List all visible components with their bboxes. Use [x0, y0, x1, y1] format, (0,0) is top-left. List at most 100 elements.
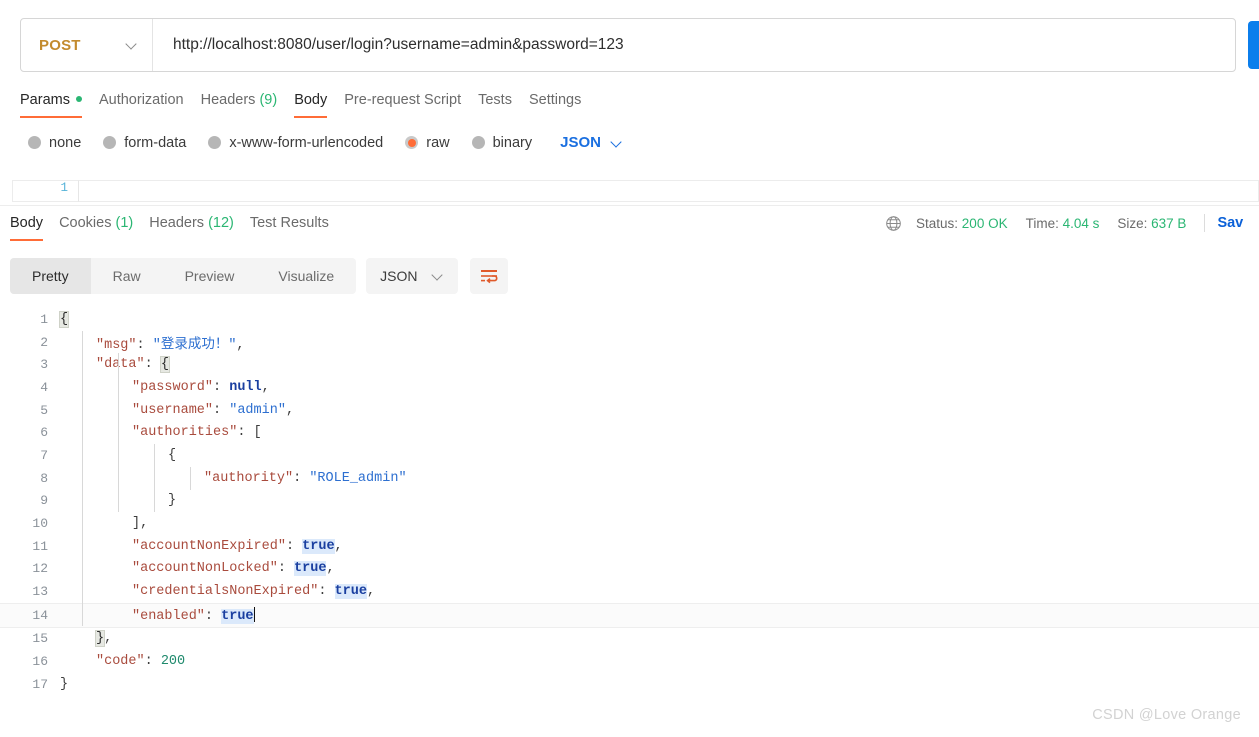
view-mode-raw[interactable]: Raw [91, 258, 163, 294]
radio-binary-icon [471, 136, 485, 149]
body-type-none[interactable]: none [28, 135, 81, 151]
code-line[interactable]: 10], [0, 512, 1259, 535]
http-method-selector[interactable]: POST [21, 19, 153, 71]
code-line-number: 9 [40, 493, 48, 509]
view-mode-preview[interactable]: Preview [163, 258, 257, 294]
body-type-none-label: none [49, 134, 82, 151]
code-line[interactable]: 12 "accountNonLocked": true, [0, 558, 1259, 581]
url-input[interactable]: http://localhost:8080/user/login?usernam… [153, 36, 1235, 54]
code-line[interactable]: 8 "authority": "ROLE_admin" [0, 467, 1259, 490]
code-line[interactable]: 13 "credentialsNonExpired": true, [0, 580, 1259, 603]
code-line-number: 15 [32, 631, 48, 647]
code-line[interactable]: 17} [0, 673, 1259, 696]
response-tab-cookies-count: (1) [115, 215, 134, 231]
url-input-container[interactable]: POST http://localhost:8080/user/login?us… [20, 18, 1236, 72]
body-type-urlencoded[interactable]: x-www-form-urlencoded [208, 135, 383, 151]
body-format-selector[interactable]: JSON [560, 134, 623, 151]
panel-divider [0, 205, 1259, 206]
request-tab-settings-label: Settings [528, 92, 582, 108]
code-token: , [326, 561, 335, 577]
code-line-content: "username": "admin", [60, 403, 294, 418]
code-token: : [144, 357, 161, 373]
radio-none-icon [28, 136, 41, 149]
request-tab-authorization[interactable]: Authorization [99, 88, 201, 118]
code-line[interactable]: 2 "msg": "登录成功！", [0, 331, 1259, 354]
request-tab-body[interactable]: Body [294, 88, 344, 118]
indent-guide [118, 353, 119, 513]
response-tab-headers[interactable]: Headers (12) [149, 213, 250, 241]
body-type-binary[interactable]: binary [471, 135, 532, 151]
code-line[interactable]: 9} [0, 490, 1259, 513]
code-line-content: "code": 200 [60, 654, 185, 669]
code-line-content: } [60, 677, 68, 692]
code-token: "enabled" [132, 608, 205, 624]
code-token: , [261, 379, 270, 395]
indent-guide [82, 330, 83, 626]
code-line-content: "accountNonLocked": true, [60, 561, 335, 577]
request-tab-tests[interactable]: Tests [478, 88, 529, 118]
code-line[interactable]: 16 "code": 200 [0, 650, 1259, 673]
code-token: } [168, 493, 177, 509]
send-button[interactable] [1248, 21, 1259, 69]
request-tab-settings[interactable]: Settings [529, 88, 598, 118]
response-format-label: JSON [380, 268, 418, 284]
code-line[interactable]: 4 "password": null, [0, 376, 1259, 399]
code-token: "登录成功！" [152, 337, 237, 353]
word-wrap-button[interactable] [469, 258, 508, 294]
code-token: true [294, 561, 327, 577]
request-tab-params[interactable]: Params [20, 88, 99, 118]
code-line[interactable]: 14 "enabled": true [0, 602, 1259, 628]
request-tab-body-label: Body [294, 92, 328, 108]
code-line[interactable]: 3 "data": { [0, 353, 1259, 376]
code-line-content: "authority": "ROLE_admin" [60, 471, 407, 486]
code-line[interactable]: 6 "authorities": [ [0, 421, 1259, 444]
response-body-code-viewer[interactable]: 1{2 "msg": "登录成功！", 3 "data": {4 "password":… [0, 308, 1259, 737]
response-tabs: Body Cookies (1) Headers (12) Test Resul… [10, 213, 345, 241]
code-token: "accountNonExpired" [132, 538, 286, 554]
code-token: "msg" [96, 337, 137, 353]
code-line-content: "data": { [60, 356, 170, 374]
save-response-link[interactable]: Sav [1217, 215, 1243, 231]
code-token: , [236, 337, 245, 353]
code-token: ], [132, 516, 149, 532]
response-tab-test-results-label: Test Results [249, 215, 329, 231]
request-tab-pre-request-script[interactable]: Pre-request Script [344, 88, 478, 118]
code-token: } [60, 676, 69, 692]
code-token: "accountNonLocked" [132, 561, 278, 577]
code-line-content: "authorities": [ [60, 425, 262, 440]
code-token: : [293, 470, 310, 486]
response-view-mode-group: Pretty Raw Preview Visualize [10, 258, 357, 294]
indent-guide [190, 466, 191, 490]
response-tab-cookies[interactable]: Cookies (1) [59, 213, 149, 241]
time-label: Time: [1025, 215, 1059, 231]
code-line-number: 1 [40, 311, 48, 327]
request-body-editor[interactable]: 1 [12, 180, 1259, 202]
code-line[interactable]: 5 "username": "admin", [0, 399, 1259, 422]
code-line[interactable]: 1{ [0, 308, 1259, 331]
code-line-content: "password": null, [60, 380, 270, 395]
code-line[interactable]: 11 "accountNonExpired": true, [0, 535, 1259, 558]
response-format-selector[interactable]: JSON [366, 258, 458, 294]
request-editor-content[interactable] [78, 180, 1259, 202]
view-mode-visualize[interactable]: Visualize [256, 258, 356, 294]
request-tab-headers-label: Headers [200, 92, 256, 108]
code-line[interactable]: 7{ [0, 444, 1259, 467]
code-line[interactable]: 15}, [0, 628, 1259, 651]
request-tab-pre-request-script-label: Pre-request Script [344, 92, 462, 108]
code-line-number: 5 [40, 402, 48, 418]
response-tab-body[interactable]: Body [10, 213, 59, 241]
request-tab-headers[interactable]: Headers (9) [201, 88, 295, 118]
body-type-raw[interactable]: raw [405, 135, 450, 151]
code-token: true [221, 608, 254, 624]
view-mode-pretty[interactable]: Pretty [10, 258, 91, 294]
body-format-label: JSON [560, 134, 601, 151]
response-tab-test-results[interactable]: Test Results [250, 213, 345, 241]
size-meta-item: Size: 637 B [1117, 216, 1186, 231]
request-tabs: Params Authorization Headers (9) Body Pr… [20, 88, 598, 118]
code-token: , [285, 402, 295, 418]
code-line-number: 7 [40, 447, 48, 463]
status-meta-item: Status: 200 OK [916, 216, 1008, 231]
body-type-form-data[interactable]: form-data [103, 135, 186, 151]
code-token: "admin" [229, 402, 286, 418]
code-token: : [213, 402, 230, 418]
